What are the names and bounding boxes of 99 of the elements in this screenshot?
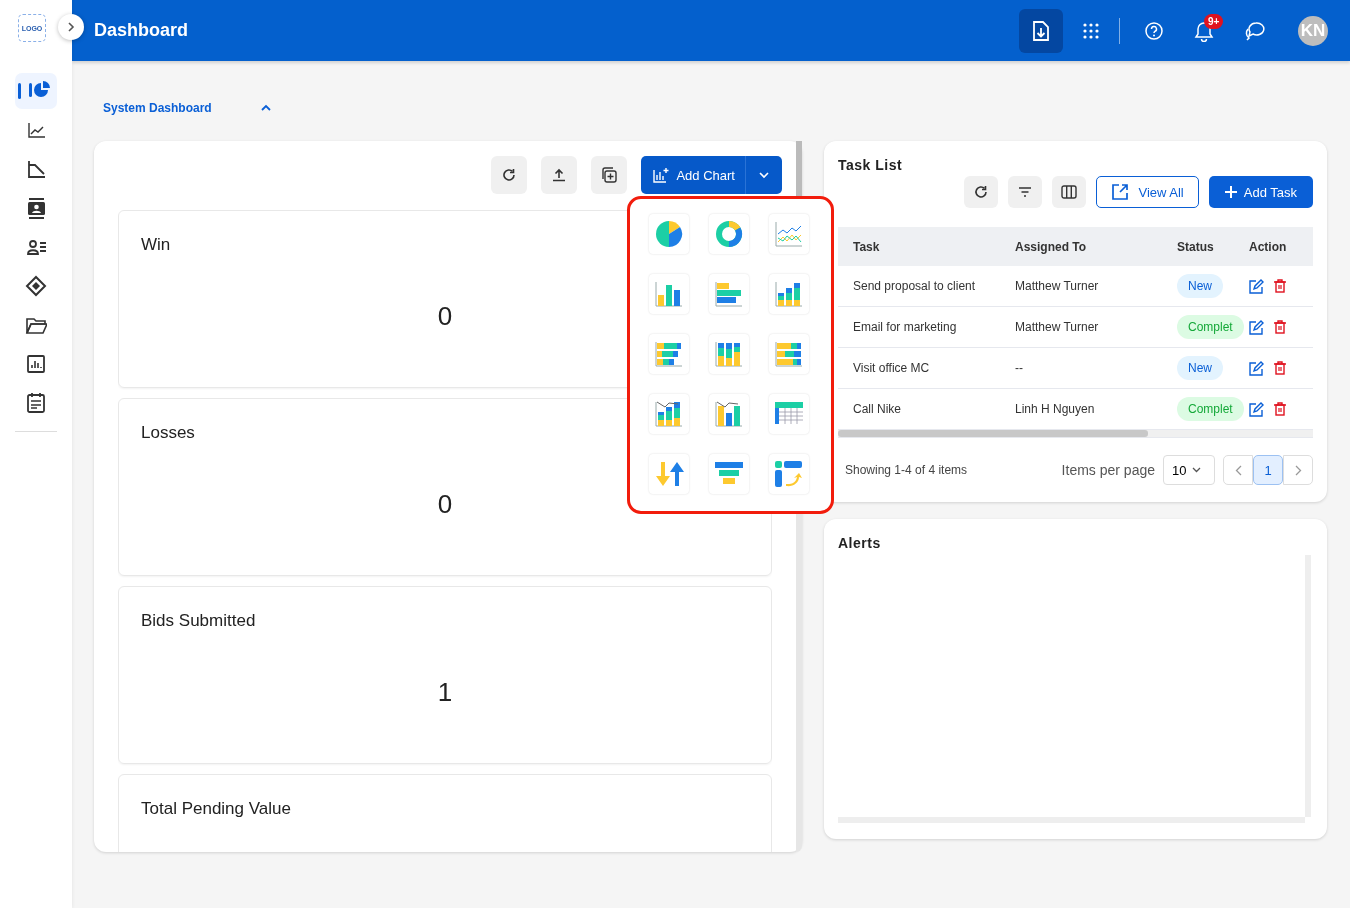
chart-type-option[interactable] [709,454,749,494]
refresh-icon [974,185,989,199]
stat-title: Bids Submitted [141,611,257,631]
column-header: Action [1234,227,1313,266]
page-button[interactable]: 1 [1253,455,1283,485]
calendar-icon [25,392,47,414]
chevron-right-icon [66,22,76,32]
add-chart-icon [653,167,670,183]
notification-badge: 9+ [1204,13,1224,29]
duplicate-button[interactable] [591,156,628,194]
chat-icon [1243,20,1265,41]
chart-type-option[interactable] [709,394,749,434]
stat-title: Total Pending Value [141,799,292,819]
refresh-button[interactable] [491,156,528,194]
refresh-icon [502,168,517,182]
sidebar-toggle-button[interactable] [58,14,84,40]
contact-card-icon [25,197,47,219]
stat-value: 0 [436,489,454,520]
edit-button[interactable] [1249,278,1264,294]
chart-type-option[interactable] [769,454,809,494]
chart-type-option[interactable] [709,274,749,314]
chevron-icon [259,104,272,112]
column-header: Status [1162,227,1234,266]
column-header: Assigned To [1000,227,1162,266]
table-cell: Email for marketing [838,306,1000,348]
delete-button[interactable] [1274,361,1286,375]
plus-icon [1224,186,1237,198]
duplicate-icon [600,166,619,184]
report-chart-icon [25,353,47,375]
panel-title: Alerts [838,535,882,551]
status-tag: Complet [1177,315,1244,339]
stat-value: 0 [436,301,454,332]
trash-icon [1274,279,1286,293]
apps-grid-icon [1083,22,1099,39]
chevron-down-icon [758,171,770,179]
filter-button[interactable] [1008,176,1043,208]
column-header: Task [838,227,1000,266]
declining-chart-icon [25,158,47,180]
chart-type-option[interactable] [769,394,809,434]
panel-title: Task List [838,157,904,173]
refresh-button[interactable] [964,176,999,208]
chart-type-option[interactable] [769,334,809,374]
chart-type-option[interactable] [709,334,749,374]
upload-icon [552,168,567,182]
table-cell: Matthew Turner [1000,266,1162,307]
collapse-button[interactable] [259,104,272,112]
items-per-page-label: Items per page [1061,462,1155,478]
filter-icon [1018,186,1033,198]
chart-type-option[interactable] [649,334,689,374]
stat-title: Win [141,235,172,255]
edit-button[interactable] [1249,319,1264,335]
table-cell: Matthew Turner [1000,306,1162,348]
edit-icon [1249,360,1264,376]
delete-button[interactable] [1274,320,1286,334]
add-task-button[interactable]: Add Task [1208,176,1313,208]
chart-type-option[interactable] [649,214,689,254]
chart-type-option[interactable] [769,274,809,314]
edit-button[interactable] [1249,401,1264,417]
upload-button[interactable] [541,156,578,194]
delete-button[interactable] [1274,402,1286,416]
trash-icon [1274,402,1286,416]
table-cell: Linh H Nguyen [1000,388,1162,430]
edit-icon [1249,319,1264,335]
status-tag: Complet [1177,397,1244,421]
table-cell: Send proposal to client [838,266,1000,307]
file-download-icon [1032,20,1050,41]
notifications-button[interactable]: 9+ [1182,8,1226,53]
chevron-left-icon [1234,464,1242,476]
edit-icon [1249,401,1264,417]
items-per-page-select[interactable]: 10 [1163,455,1215,485]
table-cell: -- [1000,347,1162,389]
pagination-summary: Showing 1-4 of 4 items [845,463,969,477]
chart-type-option[interactable] [649,274,689,314]
chart-type-option[interactable] [709,214,749,254]
status-tag: New [1177,274,1223,298]
chevron-right-icon [1294,464,1302,476]
scrollbar[interactable] [838,430,1313,438]
trash-icon [1274,320,1286,334]
trash-icon [1274,361,1286,375]
chart-type-option[interactable] [649,394,689,434]
status-tag: New [1177,356,1223,380]
section-title: System Dashboard [103,101,212,115]
chart-type-option[interactable] [649,454,689,494]
chevron-down-icon [1192,467,1202,473]
columns-button[interactable] [1052,176,1087,208]
stat-value: 1 [436,677,454,708]
edit-icon [1249,278,1264,294]
sidebar-item[interactable] [15,73,57,109]
edit-button[interactable] [1249,360,1264,376]
external-link-icon [1111,183,1130,201]
page-title: Dashboard [94,20,190,41]
view-all-button[interactable]: View All [1096,176,1199,208]
table-cell: Call Nike [838,388,1000,430]
stat-title: Losses [141,423,196,443]
columns-icon [1061,185,1078,199]
help-icon [1145,21,1163,40]
download-file-button[interactable] [1019,8,1063,53]
delete-button[interactable] [1274,279,1286,293]
table-cell: Visit office MC [838,347,1000,389]
